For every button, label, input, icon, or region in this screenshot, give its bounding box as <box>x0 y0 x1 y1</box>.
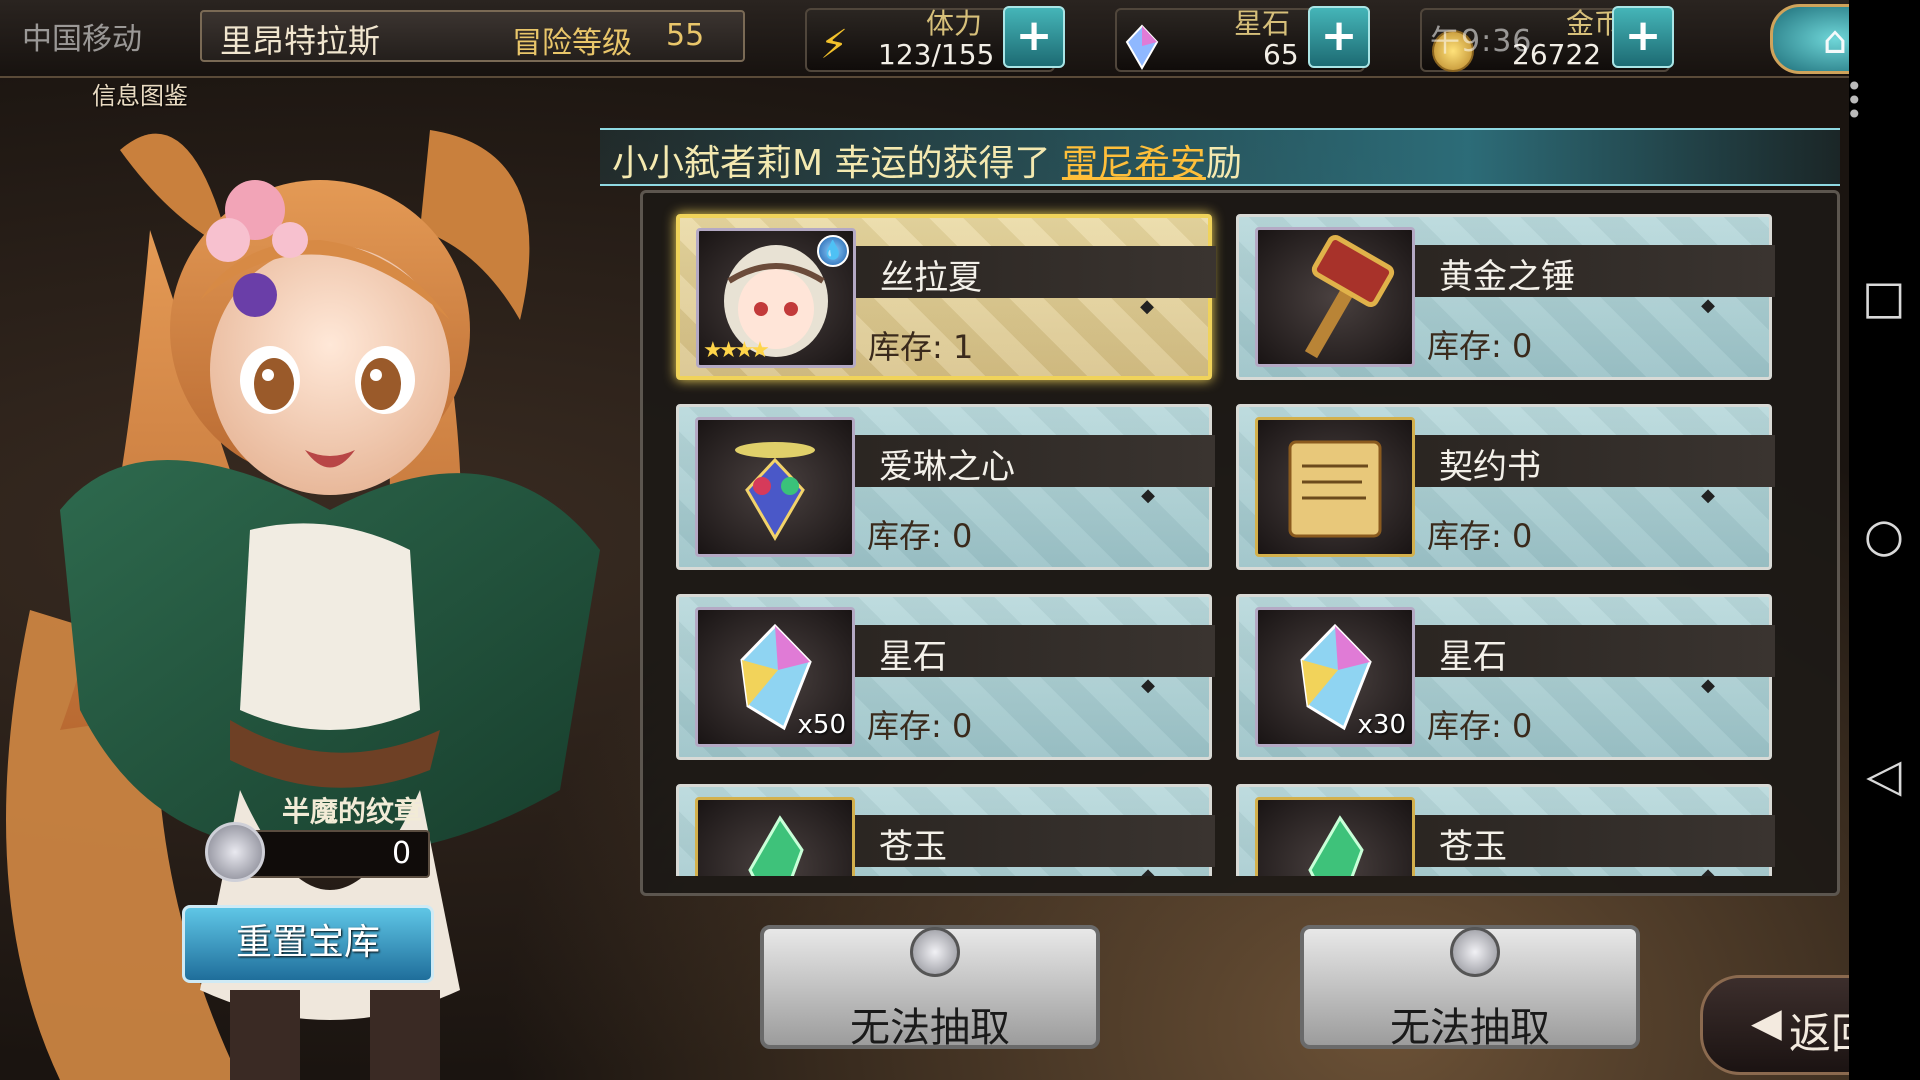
android-nav-bar: □ ○ ◁ <box>1849 0 1920 1080</box>
info-book-label[interactable]: 信息图鉴 <box>92 76 188 111</box>
item-stock: 库存: 1 <box>868 328 974 366</box>
player-name: 里昂特拉斯 <box>220 22 381 60</box>
item-stock: 库存: 0 <box>1427 327 1533 365</box>
item-stock: 库存: 0 <box>1427 707 1533 745</box>
clock-overlay: 午9:36 <box>1430 24 1533 59</box>
item-name: 黄金之锤 <box>1439 257 1575 297</box>
carrier-label: 中国移动 <box>22 22 142 57</box>
divider-ornament: ◆ <box>1141 485 1155 506</box>
stamina-label: 体力 <box>926 7 983 40</box>
banner-highlight-name[interactable]: 雷尼希安 <box>1062 143 1206 184</box>
pool-item-card[interactable]: 黄金之锤 库存: 0 ◆ <box>1236 214 1775 380</box>
crystal-icon: x30 <box>1255 607 1415 747</box>
character-portrait-icon: 💧 ★★★★ <box>696 228 856 368</box>
star-stone-value: 65 <box>1263 38 1299 71</box>
draw-button-label: 无法抽取 <box>850 1005 1010 1051</box>
divider-ornament: ◆ <box>1701 295 1715 316</box>
draw-button-label: 无法抽取 <box>1390 1005 1550 1051</box>
banner-suffix: 励 <box>1205 143 1242 184</box>
back-triangle-icon[interactable]: ◁ <box>1861 748 1907 802</box>
divider-ornament: ◆ <box>1701 865 1715 876</box>
pool-item-card[interactable]: x30 星石 库存: 0 ◆ <box>1236 594 1775 760</box>
item-stock: 库存: 0 <box>867 517 973 555</box>
emblem-title: 半魔的纹章 <box>282 795 423 828</box>
item-stock: 库存: 0 <box>867 707 973 745</box>
pool-item-card[interactable]: 苍玉 ◆ <box>1236 784 1775 876</box>
pool-item-card[interactable]: 契约书 库存: 0 ◆ <box>1236 404 1775 570</box>
star-stone-label: 星石 <box>1234 7 1291 40</box>
crystal-icon <box>1125 24 1159 70</box>
stamina-value: 123/155 <box>878 38 995 71</box>
recent-apps-icon[interactable]: □ <box>1861 270 1907 324</box>
home-icon: ⌂ <box>1822 18 1848 62</box>
water-element-icon: 💧 <box>817 235 849 267</box>
draw-button-right[interactable]: 无法抽取 <box>1300 925 1640 1051</box>
jade-icon <box>695 797 855 876</box>
divider-ornament: ◆ <box>1141 865 1155 876</box>
item-name: 爱琳之心 <box>879 447 1015 487</box>
pool-item-card[interactable]: 爱琳之心 库存: 0 ◆ <box>676 404 1215 570</box>
item-name: 契约书 <box>1439 447 1541 487</box>
item-name: 星石 <box>1439 637 1507 677</box>
divider-ornament: ◆ <box>1701 485 1715 506</box>
add-star-stone-button[interactable]: + <box>1308 6 1370 68</box>
emblem-coin-icon <box>205 822 265 882</box>
add-stamina-button[interactable]: + <box>1003 6 1065 68</box>
rarity-stars: ★★★★ <box>703 338 770 363</box>
item-name: 丝拉夏 <box>880 258 982 298</box>
home-button[interactable]: ⌂ <box>1770 4 1849 74</box>
item-stock: 库存: 0 <box>1427 517 1533 555</box>
adventure-level-label: 冒险等级 <box>512 26 632 61</box>
game-screen: 中国移动 里昂特拉斯 冒险等级 55 ⚡ 体力 123/155 + 星石 65 … <box>0 0 1849 1080</box>
reward-pool-list[interactable]: 💧 ★★★★ 丝拉夏 库存: 1 ◆ 黄金之锤 库存: 0 ◆ 爱琳之心 库存:… <box>660 200 1820 876</box>
heart-gem-icon <box>695 417 855 557</box>
scroll-icon <box>1255 417 1415 557</box>
item-name: 星石 <box>879 637 947 677</box>
reward-banner-text: 小小弑者莉M 幸运的获得了 雷尼希安励 <box>612 134 1242 186</box>
more-options-icon[interactable]: • • • <box>1846 73 1863 129</box>
home-circle-icon[interactable]: ○ <box>1861 508 1907 562</box>
item-quantity: x30 <box>1357 710 1406 740</box>
draw-button-left[interactable]: 无法抽取 <box>760 925 1100 1051</box>
emblem-coin-icon <box>910 927 960 977</box>
banner-prefix: 小小弑者莉M 幸运的获得了 <box>612 143 1062 184</box>
adventure-level-value: 55 <box>666 18 705 53</box>
divider-ornament: ◆ <box>1701 675 1715 696</box>
divider-ornament: ◆ <box>1141 675 1155 696</box>
divider-ornament: ◆ <box>1140 296 1154 317</box>
add-gold-button[interactable]: + <box>1612 6 1674 68</box>
item-name: 苍玉 <box>879 827 947 867</box>
emblem-count: 0 <box>392 836 412 871</box>
item-name: 苍玉 <box>1439 827 1507 867</box>
emblem-coin-icon <box>1450 927 1500 977</box>
pool-item-card[interactable]: 苍玉 ◆ <box>676 784 1215 876</box>
pool-item-card[interactable]: x50 星石 库存: 0 ◆ <box>676 594 1215 760</box>
pool-item-card[interactable]: 💧 ★★★★ 丝拉夏 库存: 1 ◆ <box>676 214 1216 380</box>
lightning-icon: ⚡ <box>820 22 849 68</box>
jade-icon <box>1255 797 1415 876</box>
crystal-icon: x50 <box>695 607 855 747</box>
item-quantity: x50 <box>797 710 846 740</box>
hammer-icon <box>1255 227 1415 367</box>
back-arrow-icon: ◀ <box>1751 1000 1782 1046</box>
reset-treasury-button[interactable]: 重置宝库 <box>182 905 434 983</box>
